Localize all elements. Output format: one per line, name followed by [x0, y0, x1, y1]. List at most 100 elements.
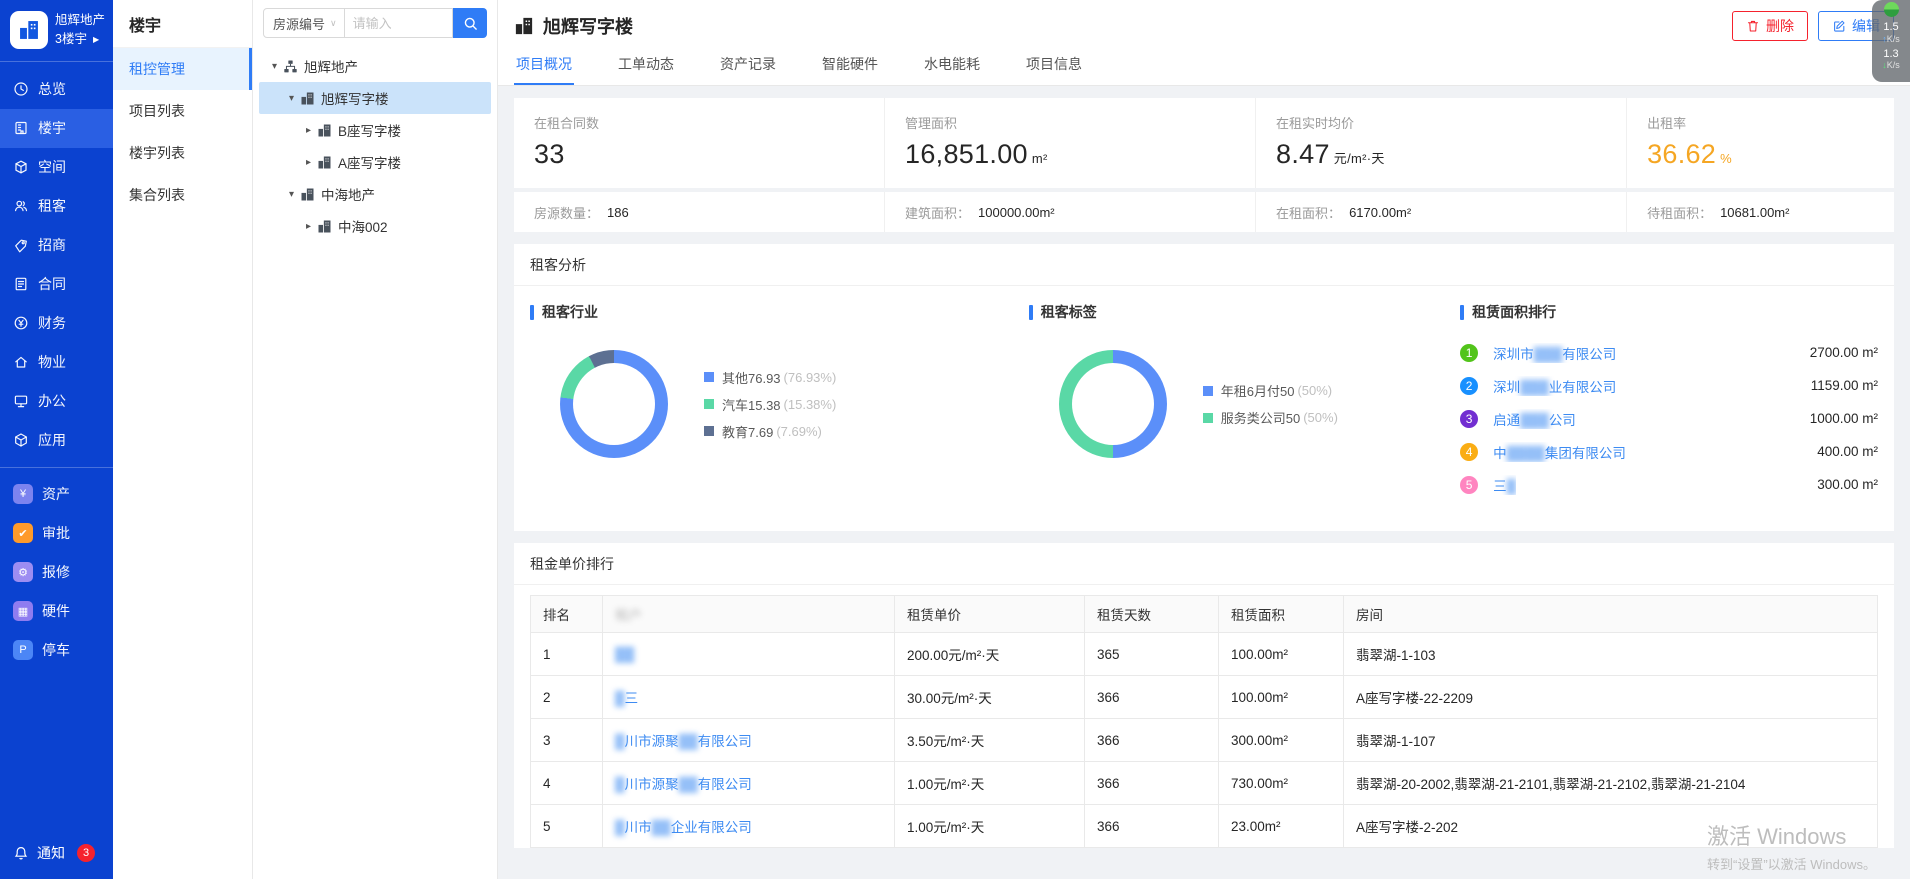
- sidebar-item-office[interactable]: 办公: [0, 382, 113, 421]
- nav-item-楼宇列表[interactable]: 楼宇列表: [113, 132, 252, 174]
- tree-node-旭辉地产[interactable]: ▾旭辉地产: [259, 50, 491, 82]
- legend-item-其他[interactable]: 其他76.93(76.93%): [704, 368, 836, 387]
- org-name: 旭辉地产: [55, 11, 105, 30]
- legend-percent: (7.69%): [776, 424, 822, 439]
- tab-水电能耗[interactable]: 水电能耗: [922, 43, 982, 85]
- sidebar-item-overview[interactable]: 总览: [0, 70, 113, 109]
- legend-item-年租6月付[interactable]: 年租6月付50(50%): [1203, 381, 1338, 400]
- tab-项目信息[interactable]: 项目信息: [1024, 43, 1084, 85]
- sidebar-item-finance[interactable]: 财务: [0, 304, 113, 343]
- tree-caret-icon[interactable]: ▸: [301, 125, 316, 136]
- sidebar-app-hardware[interactable]: ▦硬件: [0, 592, 113, 631]
- sidebar-app-parking[interactable]: P停车: [0, 631, 113, 670]
- delete-button[interactable]: 删除: [1732, 11, 1808, 41]
- nav-item-租控管理[interactable]: 租控管理: [113, 48, 252, 90]
- search-bar: 房源编号 ∨: [263, 8, 487, 38]
- sidebar-item-label: 办公: [38, 391, 66, 411]
- cell-days: 366: [1085, 805, 1219, 848]
- tree-node-中海地产[interactable]: ▾中海地产: [259, 178, 491, 210]
- tab-智能硬件[interactable]: 智能硬件: [820, 43, 880, 85]
- area-ranking-section: 租赁面积排行 1深圳市███有限公司2700.00 m²2深圳███业有限公司1…: [1460, 302, 1878, 501]
- tree-caret-icon[interactable]: ▾: [267, 61, 282, 72]
- area-ranking-title: 租赁面积排行: [1472, 302, 1556, 322]
- sidebar-item-building[interactable]: 楼宇: [0, 109, 113, 148]
- sidebar-item-apps[interactable]: 应用: [0, 421, 113, 460]
- rank-badge: 4: [1460, 443, 1478, 461]
- cell-rank: 5: [531, 805, 603, 848]
- tree-node-A座写字楼[interactable]: ▸A座写字楼: [259, 146, 491, 178]
- sidebar-item-space[interactable]: 空间: [0, 148, 113, 187]
- sidebar-app-approval[interactable]: ✔审批: [0, 514, 113, 553]
- tenant-link[interactable]: █三: [615, 691, 638, 706]
- table-row: 5█川市██企业有限公司1.00元/m²·天36623.00m²A座写字楼-2-…: [531, 805, 1878, 848]
- tree-node-旭辉写字楼[interactable]: ▾旭辉写字楼: [259, 82, 491, 114]
- legend-percent: (50%): [1297, 383, 1332, 398]
- search-input[interactable]: [345, 8, 453, 38]
- stat-unit: m²: [1032, 151, 1048, 166]
- tree-node-中海002[interactable]: ▸中海002: [259, 210, 491, 242]
- legend-item-教育[interactable]: 教育7.69(7.69%): [704, 422, 836, 441]
- nav-item-集合列表[interactable]: 集合列表: [113, 174, 252, 216]
- nav-item-项目列表[interactable]: 项目列表: [113, 90, 252, 132]
- legend-label: 汽车15.38: [722, 395, 781, 414]
- tenant-link[interactable]: █川市源聚██有限公司: [615, 777, 752, 792]
- stat-card: 在租合同数33: [514, 98, 885, 188]
- redacted-text: █: [615, 820, 625, 835]
- cell-rooms: A座写字楼-22-2209: [1344, 676, 1878, 719]
- tree-caret-icon[interactable]: ▾: [284, 189, 299, 200]
- sidebar-app-repair[interactable]: ⚙报修: [0, 553, 113, 592]
- tree-caret-icon[interactable]: ▸: [301, 221, 316, 232]
- cell-price: 1.00元/m²·天: [895, 805, 1085, 848]
- search-type-select[interactable]: 房源编号 ∨: [263, 8, 345, 38]
- notifications-button[interactable]: 通知 3: [0, 843, 113, 879]
- name-text: 企业有限公司: [671, 820, 752, 835]
- panel-title: 楼宇: [113, 0, 252, 48]
- cell-rank: 2: [531, 676, 603, 719]
- tree-caret-icon[interactable]: ▸: [301, 157, 316, 168]
- sidebar-item-property[interactable]: 物业: [0, 343, 113, 382]
- legend-item-服务类公司[interactable]: 服务类公司50(50%): [1203, 408, 1338, 427]
- tab-工单动态[interactable]: 工单动态: [616, 43, 676, 85]
- stat-unit: %: [1720, 151, 1732, 166]
- sidebar-app-asset[interactable]: ¥资产: [0, 475, 113, 514]
- sidebar-item-investment[interactable]: 招商: [0, 226, 113, 265]
- rank-area-value: 2700.00 m²: [1800, 345, 1878, 360]
- tenant-link[interactable]: █川市源聚██有限公司: [615, 734, 752, 749]
- tab-项目概况[interactable]: 项目概况: [514, 43, 574, 85]
- legend-item-汽车[interactable]: 汽车15.38(15.38%): [704, 395, 836, 414]
- cell-area: 23.00m²: [1219, 805, 1344, 848]
- search-button[interactable]: [453, 8, 487, 38]
- chevron-right-icon: ▶: [93, 34, 99, 46]
- tenant-link[interactable]: 中████集团有限公司: [1493, 442, 1626, 462]
- sidebar-app-label: 审批: [42, 523, 70, 543]
- sidebar-item-contract[interactable]: 合同: [0, 265, 113, 304]
- tenant-link[interactable]: 启通███公司: [1493, 409, 1576, 429]
- tab-资产记录[interactable]: 资产记录: [718, 43, 778, 85]
- page-header: 旭辉写字楼 删除 编辑: [498, 0, 1910, 43]
- legend-percent: (15.38%): [784, 397, 837, 412]
- table-row: 1██200.00元/m²·天365100.00m²翡翠湖-1-103: [531, 633, 1878, 676]
- tenant-link[interactable]: 深圳市███有限公司: [1493, 343, 1616, 363]
- tenant-link[interactable]: █川市██企业有限公司: [615, 820, 752, 835]
- tenant-link[interactable]: ██: [615, 647, 634, 662]
- tree-caret-icon[interactable]: ▾: [284, 93, 299, 104]
- property-icon: [13, 354, 29, 370]
- sub-stat: 在租面积：6170.00m²: [1256, 192, 1627, 232]
- apps-icon: [13, 432, 29, 448]
- app-root: 旭辉地产 3楼宇 ▶ 总览楼宇空间租客招商合同财务物业办公应用 ¥资产✔审批⚙报…: [0, 0, 1910, 879]
- tenant-link[interactable]: 深圳███业有限公司: [1493, 376, 1616, 396]
- column-header-房间: 房间: [1344, 596, 1878, 633]
- tenant-tag-section: 租客标签 年租6月付50(50%)服务类公司50(50%): [1029, 302, 1460, 501]
- ranking-row: 3启通███公司1000.00 m²: [1460, 402, 1878, 435]
- tree-node-B座写字楼[interactable]: ▸B座写字楼: [259, 114, 491, 146]
- finance-icon: [13, 315, 29, 331]
- notifications-label: 通知: [37, 843, 65, 863]
- net-speed-widget[interactable]: 1.5 ↑K/s 1.3 ↓K/s: [1872, 0, 1910, 82]
- download-speed-unit: ↓K/s: [1882, 61, 1900, 71]
- sidebar-item-tenant[interactable]: 租客: [0, 187, 113, 226]
- rent-ranking-card: 租金单价排行 排名租户租赁单价租赁天数租赁面积房间 1██200.00元/m²·…: [514, 543, 1894, 848]
- content-area: 在租合同数33管理面积16,851.00m²在租实时均价8.47元/m²·天出租…: [498, 86, 1910, 879]
- panel-nav-items: 租控管理项目列表楼宇列表集合列表: [113, 48, 252, 216]
- org-switcher[interactable]: 旭辉地产 3楼宇 ▶: [0, 0, 113, 62]
- tenant-link[interactable]: 三█: [1493, 475, 1516, 495]
